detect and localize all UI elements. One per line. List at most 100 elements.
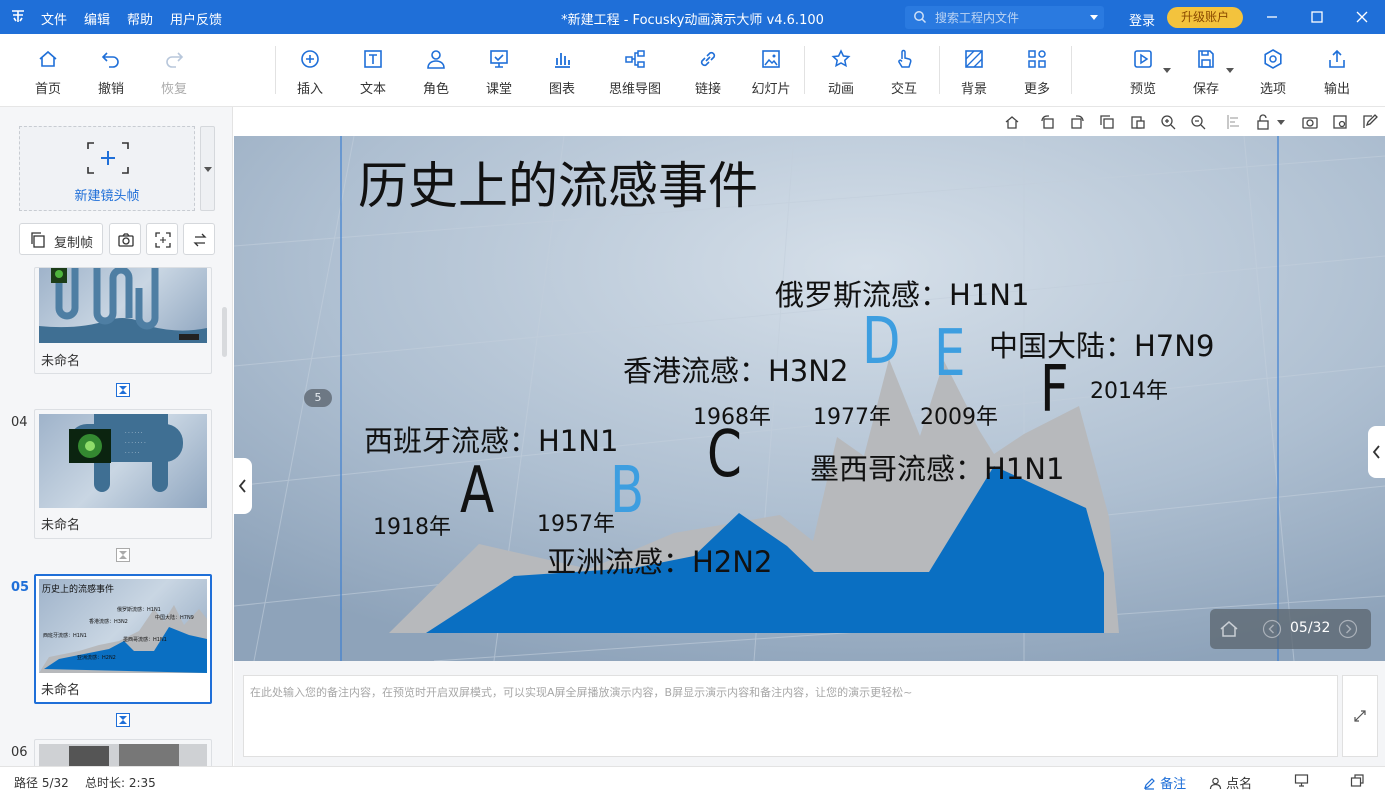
event-hongkong[interactable]: 香港流感：H3N2 xyxy=(623,348,848,390)
next-slide-icon[interactable] xyxy=(1338,619,1358,639)
transition-icon[interactable] xyxy=(116,548,130,562)
transition-button[interactable] xyxy=(183,223,215,255)
thumb-russia: 俄罗斯流感：H1N1 xyxy=(117,606,161,613)
marker-b[interactable]: B xyxy=(610,459,644,523)
text-icon xyxy=(364,50,382,68)
save-dropdown-icon[interactable] xyxy=(1226,68,1234,73)
screen-icon[interactable] xyxy=(1294,773,1309,788)
lock-dropdown-icon[interactable] xyxy=(1277,120,1285,125)
undo-button[interactable]: 撤销 xyxy=(81,48,141,97)
slide-canvas[interactable]: 历史上的流感事件 俄罗斯流感：H1N1 中国大陆：H7N9 香港流感：H3N2 … xyxy=(234,136,1385,661)
options-button[interactable]: 选项 xyxy=(1243,48,1303,97)
year-2009[interactable]: 2009年 xyxy=(920,399,998,431)
maximize-icon[interactable] xyxy=(1307,7,1327,27)
menu-help[interactable]: 帮助 xyxy=(127,9,153,28)
new-frame-button[interactable]: 新建镜头帧 xyxy=(19,126,195,211)
transition-icon[interactable] xyxy=(116,383,130,397)
event-china[interactable]: 中国大陆：H7N9 xyxy=(989,323,1214,365)
copy-frame-button[interactable]: 复制帧 xyxy=(19,223,103,255)
page-indicator: 05/32 xyxy=(1290,620,1331,636)
expand-notes-button[interactable] xyxy=(1342,675,1378,757)
notes-toggle[interactable]: 备注 xyxy=(1143,773,1186,792)
close-icon[interactable] xyxy=(1352,7,1372,27)
slide-preview: 历史上的流感事件 俄罗斯流感：H1N1 香港流感：H3N2 中国大陆：H7N9 … xyxy=(39,579,207,673)
paste-icon[interactable] xyxy=(1129,113,1147,131)
marker-f[interactable]: F xyxy=(1040,358,1069,422)
zoom-in-icon[interactable] xyxy=(1159,113,1177,131)
search-input[interactable] xyxy=(935,9,1085,26)
rotate-right-icon[interactable] xyxy=(1068,113,1086,131)
menu-edit[interactable]: 编辑 xyxy=(84,9,110,28)
rollcall-button[interactable]: 点名 xyxy=(1209,773,1252,792)
menu-file[interactable]: 文件 xyxy=(41,9,67,28)
collapse-left-panel-button[interactable] xyxy=(234,458,252,514)
slide-thumbnail-3[interactable]: 未命名 xyxy=(34,267,212,374)
mindmap-button[interactable]: 思维导图 xyxy=(605,48,665,97)
slide-thumbnail-6[interactable] xyxy=(34,739,212,766)
upgrade-account-button[interactable]: 升级账户 xyxy=(1167,7,1243,28)
chart-button[interactable]: 图表 xyxy=(532,48,592,97)
slides-label: 幻灯片 xyxy=(751,82,791,97)
interact-button[interactable]: 交互 xyxy=(874,48,934,97)
event-asia[interactable]: 亚洲流感：H2N2 xyxy=(547,539,772,581)
slide-thumbnail-5[interactable]: 历史上的流感事件 俄罗斯流感：H1N1 香港流感：H3N2 中国大陆：H7N9 … xyxy=(34,574,212,704)
zoom-out-icon[interactable] xyxy=(1189,113,1207,131)
slides-button[interactable]: 幻灯片 xyxy=(741,48,801,97)
minimize-icon[interactable] xyxy=(1262,7,1282,27)
fit-frame-button[interactable] xyxy=(146,223,178,255)
preview-dropdown-icon[interactable] xyxy=(1163,68,1171,73)
marker-e[interactable]: E xyxy=(934,322,966,386)
marker-a[interactable]: A xyxy=(460,459,494,523)
link-button[interactable]: 链接 xyxy=(678,48,738,97)
year-2014[interactable]: 2014年 xyxy=(1090,373,1168,405)
background-button[interactable]: 背景 xyxy=(944,48,1004,97)
chevron-down-icon xyxy=(204,167,212,172)
event-mexico[interactable]: 墨西哥流感：H1N1 xyxy=(810,446,1064,488)
year-1977[interactable]: 1977年 xyxy=(813,399,891,431)
search-dropdown-icon[interactable] xyxy=(1090,15,1098,20)
snapshot-button[interactable] xyxy=(109,223,141,255)
edit-icon[interactable] xyxy=(1361,113,1379,131)
year-1918[interactable]: 1918年 xyxy=(373,509,451,541)
slide-preview xyxy=(39,744,207,766)
transition-icon[interactable] xyxy=(116,713,130,727)
redo-button[interactable]: 恢复 xyxy=(144,48,204,97)
align-icon[interactable] xyxy=(1225,113,1243,131)
new-frame-dropdown[interactable] xyxy=(200,126,215,211)
marker-c[interactable]: C xyxy=(707,423,742,487)
login-link[interactable]: 登录 xyxy=(1129,10,1155,29)
copy-icon[interactable] xyxy=(1098,113,1116,131)
home-button[interactable]: 首页 xyxy=(18,48,78,97)
animation-button[interactable]: 动画 xyxy=(811,48,871,97)
menu-feedback[interactable]: 用户反馈 xyxy=(170,9,222,28)
window-mode-icon[interactable] xyxy=(1350,773,1365,788)
home-icon[interactable] xyxy=(1218,618,1240,640)
year-1957[interactable]: 1957年 xyxy=(537,506,615,538)
search-box[interactable] xyxy=(905,6,1104,29)
role-button[interactable]: 角色 xyxy=(406,48,466,97)
slide-title[interactable]: 历史上的流感事件 xyxy=(358,146,758,218)
panel-scrollbar[interactable] xyxy=(222,307,227,357)
camera-icon[interactable] xyxy=(1301,113,1319,131)
notes-input[interactable] xyxy=(244,676,1337,756)
event-russia[interactable]: 俄罗斯流感：H1N1 xyxy=(775,272,1029,314)
settings-icon[interactable] xyxy=(1331,113,1349,131)
collapse-right-panel-button[interactable] xyxy=(1368,426,1385,478)
prev-slide-icon[interactable] xyxy=(1262,619,1282,639)
thumb-hongkong: 香港流感：H3N2 xyxy=(89,618,128,625)
marker-d[interactable]: D xyxy=(862,310,900,374)
slide-thumbnail-4[interactable]: · · · · · · · · · · · · · · · · · · 未命名 xyxy=(34,409,212,539)
text-button[interactable]: 文本 xyxy=(343,48,403,97)
rotate-left-icon[interactable] xyxy=(1039,113,1057,131)
more-button[interactable]: 更多 xyxy=(1007,48,1067,97)
slide-preview: · · · · · · · · · · · · · · · · · · xyxy=(39,414,207,508)
lock-icon[interactable] xyxy=(1255,113,1273,131)
plus-circle-icon xyxy=(301,50,319,68)
gear-icon xyxy=(1264,49,1282,69)
classroom-button[interactable]: 课堂 xyxy=(469,48,529,97)
path-number-badge[interactable]: 5 xyxy=(304,389,332,407)
home-view-icon[interactable] xyxy=(1003,113,1021,131)
export-button[interactable]: 输出 xyxy=(1307,48,1367,97)
slide-number: 06 xyxy=(11,745,28,760)
insert-button[interactable]: 插入 xyxy=(280,48,340,97)
